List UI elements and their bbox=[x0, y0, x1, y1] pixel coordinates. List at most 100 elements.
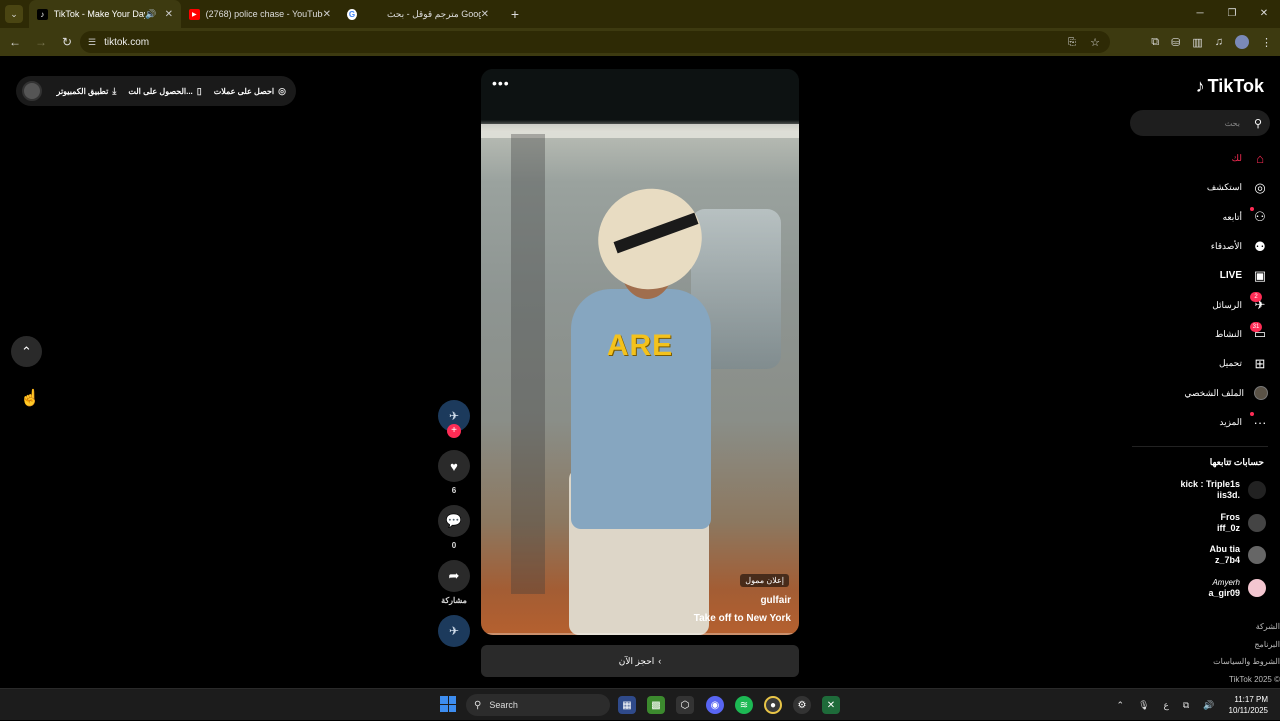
microphone-icon[interactable]: 🎙 bbox=[1138, 700, 1149, 711]
forward-icon[interactable]: → bbox=[30, 31, 52, 53]
account-name: Fros bbox=[1220, 511, 1240, 522]
performance-icon[interactable]: ⛁ bbox=[1171, 36, 1180, 49]
minecraft-icon[interactable]: ▩ bbox=[647, 696, 665, 714]
tab-google[interactable]: G مترجم قوقل - بحث Google ✕ bbox=[339, 0, 497, 28]
video-scene-pole bbox=[511, 134, 545, 594]
notification-dot bbox=[1250, 411, 1254, 416]
chevron-up-icon[interactable]: ⌃ bbox=[1117, 700, 1125, 711]
video-author[interactable]: gulfair bbox=[760, 595, 791, 606]
windows-taskbar: ⚲ Search ▦ ▩ ⬡ ◉ ≋ ● ⚙ ✕ ⌃ 🎙 ع ⧉ 🔊 11:17… bbox=[0, 688, 1280, 720]
chrome-icon[interactable]: ● bbox=[764, 696, 782, 714]
tab-youtube[interactable]: ▶ (2768) police chase - YouTube ✕ bbox=[181, 0, 339, 28]
app-store-icon[interactable]: ▦ bbox=[618, 696, 636, 714]
footer-company-link[interactable]: الشركة bbox=[1160, 618, 1280, 636]
account-name: kick : Triple1s bbox=[1180, 479, 1240, 490]
sidepanel-icon[interactable]: ▥ bbox=[1192, 36, 1202, 49]
home-icon: ⌂ bbox=[1256, 151, 1264, 167]
windows-start-icon[interactable] bbox=[440, 696, 456, 712]
sidebar-item-messages[interactable]: الرسائل ✈ 2 bbox=[1128, 290, 1268, 319]
menu-kebab-icon[interactable]: ⋮ bbox=[1261, 36, 1272, 49]
following-account[interactable]: Fros iff_0z bbox=[1126, 507, 1266, 540]
bookmark-star-icon[interactable]: ☆ bbox=[1090, 36, 1100, 49]
chevron-left-icon: ‹ bbox=[658, 656, 662, 666]
discord-icon[interactable]: ◉ bbox=[706, 696, 724, 714]
tiktok-note-icon: ♪ bbox=[1195, 76, 1205, 96]
sidebar-item-explore[interactable]: استكشف ◎ bbox=[1128, 173, 1268, 202]
video-actions: ✈ + ♥ 6 💬 0 ➦ مشاركة ✈ bbox=[438, 400, 470, 647]
sidebar-item-label: استكشف bbox=[1206, 182, 1242, 193]
sidebar-item-friends[interactable]: الأصدقاء ⚉ bbox=[1128, 232, 1268, 261]
input-language[interactable]: ع bbox=[1164, 700, 1169, 711]
media-icon[interactable]: ♫ bbox=[1215, 36, 1223, 48]
tab-tiktok[interactable]: ♪ TikTok - Make Your Day 🔊 ✕ bbox=[29, 0, 181, 28]
search-input[interactable]: بحث ⚲ bbox=[1130, 110, 1270, 136]
video-player[interactable]: ••• ARE إعلان ممول gulfair Take off to N… bbox=[481, 69, 799, 635]
taskbar-clock[interactable]: 11:17 PM 10/11/2025 bbox=[1229, 694, 1268, 716]
sidebar-item-label: الرسائل bbox=[1212, 299, 1242, 310]
creator-avatar[interactable]: ✈ + bbox=[438, 400, 470, 438]
unity-icon[interactable]: ⬡ bbox=[676, 696, 694, 714]
avatar bbox=[1248, 513, 1266, 532]
previous-video-button[interactable]: ⌃ bbox=[11, 336, 42, 367]
more-options-icon[interactable]: ••• bbox=[492, 75, 510, 91]
tab-search-icon[interactable]: ⌄ bbox=[5, 5, 23, 23]
avatar[interactable] bbox=[22, 81, 42, 101]
upload-icon: ⊞ bbox=[1254, 355, 1266, 371]
following-account[interactable]: kick : Triple1s iis3d. bbox=[1126, 474, 1266, 507]
minimize-icon[interactable]: ─ bbox=[1184, 0, 1216, 28]
sidebar-item-live[interactable]: LIVE ▣ bbox=[1128, 261, 1268, 290]
sidebar-item-activity[interactable]: النشاط ▭ 31 bbox=[1128, 320, 1268, 349]
tiktok-page: تطبيق الكمبيوتر ⤓ الحصول على الت... ▯ اح… bbox=[0, 56, 1280, 688]
reload-icon[interactable]: ↻ bbox=[56, 31, 78, 53]
share-button[interactable]: ➦ bbox=[438, 560, 470, 592]
following-account[interactable]: Amyerh a_gir09 bbox=[1126, 572, 1266, 605]
sidebar-item-upload[interactable]: تحميل ⊞ bbox=[1128, 349, 1268, 378]
search-icon[interactable]: ⚲ bbox=[1254, 117, 1262, 130]
taskbar-search[interactable]: ⚲ Search bbox=[466, 694, 610, 716]
close-window-icon[interactable]: ✕ bbox=[1248, 0, 1280, 28]
account-handle: iis3d. bbox=[1216, 490, 1240, 501]
extensions-icon[interactable]: ⧉ bbox=[1151, 36, 1159, 49]
close-icon[interactable]: ✕ bbox=[481, 9, 489, 20]
sidebar-item-profile[interactable]: الملف الشخصي bbox=[1128, 378, 1268, 407]
footer-terms-link[interactable]: الشروط والسياسات bbox=[1160, 653, 1280, 671]
new-tab-button[interactable]: + bbox=[505, 6, 525, 22]
site-info-icon[interactable]: ☰ bbox=[88, 37, 96, 48]
following-account[interactable]: Abu tia z_7b4 bbox=[1126, 539, 1266, 572]
account-name: Amyerh bbox=[1212, 577, 1240, 587]
network-icon[interactable]: ⧉ bbox=[1183, 700, 1189, 711]
close-icon[interactable]: ✕ bbox=[165, 9, 173, 20]
following-icon: ⚇ bbox=[1254, 209, 1266, 225]
comment-button[interactable]: 💬 bbox=[438, 505, 470, 537]
volume-icon[interactable]: 🔊 bbox=[1203, 700, 1214, 711]
sidebar-divider bbox=[1132, 446, 1268, 447]
back-icon[interactable]: ← bbox=[4, 31, 26, 53]
heart-icon: ♥ bbox=[450, 458, 458, 474]
coins-button[interactable]: احصل على عملات ◎ bbox=[214, 86, 286, 97]
music-disc-avatar[interactable]: ✈ bbox=[438, 615, 470, 647]
get-app-button[interactable]: الحصول على الت... ▯ bbox=[128, 86, 201, 97]
profile-avatar[interactable] bbox=[1235, 35, 1249, 49]
close-icon[interactable]: ✕ bbox=[323, 9, 331, 20]
install-app-icon[interactable]: ⎘ bbox=[1068, 37, 1076, 48]
profile-avatar bbox=[1254, 386, 1268, 401]
steam-icon[interactable]: ⚙ bbox=[793, 696, 811, 714]
spotify-icon[interactable]: ≋ bbox=[735, 696, 753, 714]
book-now-button[interactable]: احجز الآن ‹ bbox=[481, 645, 799, 677]
sidebar-item-label: تحميل bbox=[1218, 358, 1242, 369]
comment-icon: 💬 bbox=[445, 513, 463, 528]
sidebar-item-more[interactable]: المزيد ··· bbox=[1128, 408, 1268, 437]
speaker-icon[interactable]: 🔊 bbox=[145, 9, 156, 20]
video-progress-bar[interactable] bbox=[481, 633, 799, 635]
footer-program-link[interactable]: البرنامج bbox=[1160, 636, 1280, 654]
excel-icon[interactable]: ✕ bbox=[822, 696, 840, 714]
omnibox[interactable]: ☰ tiktok.com ⎘ ☆ bbox=[80, 31, 1110, 53]
follow-plus-icon[interactable]: + bbox=[447, 424, 461, 438]
tiktok-logo[interactable]: ♪ TikTok bbox=[1196, 76, 1264, 97]
google-icon: G bbox=[347, 8, 357, 20]
restore-icon[interactable]: ❐ bbox=[1216, 0, 1248, 28]
sidebar-item-following[interactable]: أتابعه ⚇ bbox=[1128, 203, 1268, 232]
sidebar-item-for-you[interactable]: لك ⌂ bbox=[1128, 144, 1268, 173]
desktop-app-button[interactable]: تطبيق الكمبيوتر ⤓ bbox=[57, 86, 117, 97]
like-button[interactable]: ♥ bbox=[438, 450, 470, 482]
